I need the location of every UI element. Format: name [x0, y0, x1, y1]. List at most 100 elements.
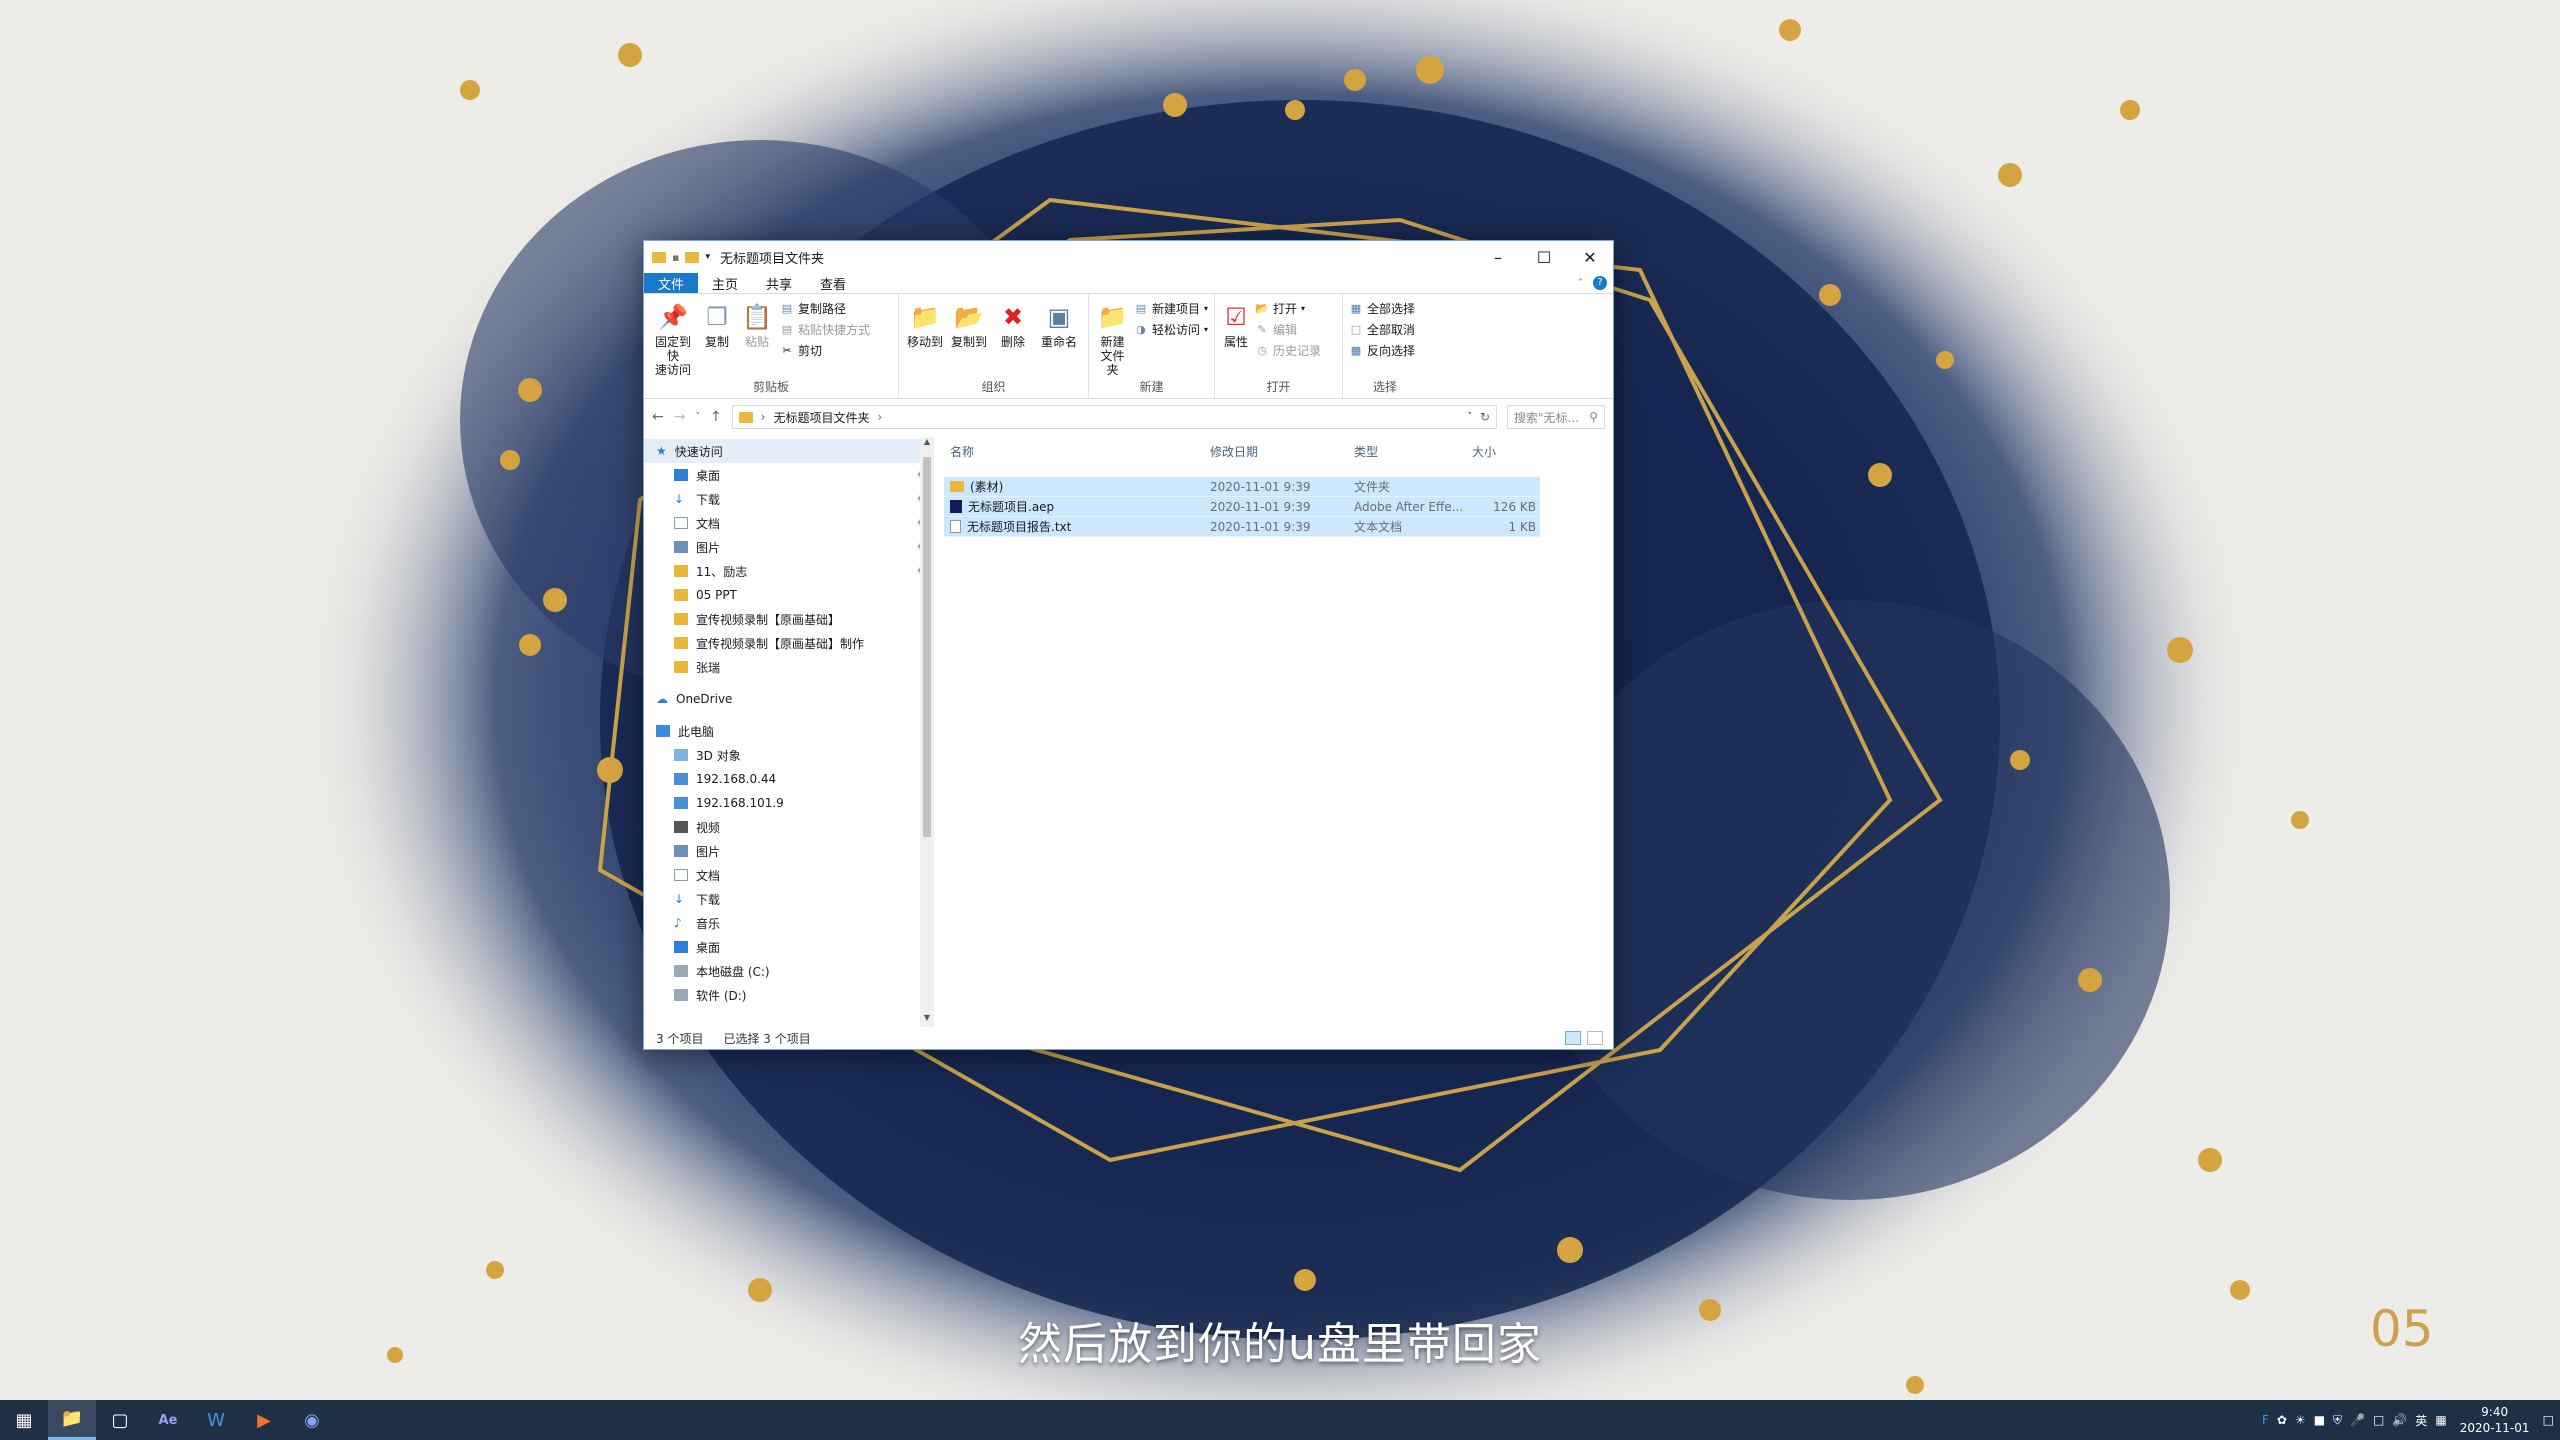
keyboard-icon[interactable]: ▦ [2435, 1413, 2446, 1427]
copy-button[interactable]: ❐ 复制 [700, 298, 734, 378]
nav-item-desktop[interactable]: 桌面✦ [644, 463, 934, 487]
properties-quick-icon[interactable]: ▪ [672, 251, 679, 264]
nav-this-pc[interactable]: 此电脑 [644, 719, 934, 743]
ime-indicator[interactable]: 英 [2415, 1412, 2427, 1429]
tab-home[interactable]: 主页 [698, 273, 752, 293]
nav-item-network-drive[interactable]: 192.168.101.9 [644, 791, 934, 815]
nav-item-downloads[interactable]: ↓ 下载 [644, 887, 934, 911]
windows-start-icon[interactable]: ▦ [0, 1400, 48, 1440]
nav-item-pictures[interactable]: 图片 [644, 839, 934, 863]
history-button[interactable]: ◷ 历史记录 [1255, 342, 1321, 359]
paste-button[interactable]: 📋 粘贴 [738, 298, 776, 378]
nav-item-folder[interactable]: 05 PPT [644, 583, 934, 607]
nav-item-pictures[interactable]: 图片✦ [644, 535, 934, 559]
after-effects-taskbar-icon[interactable]: Ae [144, 1400, 192, 1440]
column-size[interactable]: 大小 [1466, 443, 1540, 460]
paste-shortcut-button[interactable]: ▤ 粘贴快捷方式 [780, 321, 870, 338]
word-taskbar-icon[interactable]: W [192, 1400, 240, 1440]
breadcrumb-chevron-icon[interactable]: › [878, 410, 883, 424]
nav-item-folder[interactable]: 宣传视频录制【原画基础】制作 [644, 631, 934, 655]
properties-button[interactable]: ☑ 属性 [1221, 298, 1251, 378]
forward-button[interactable]: → [674, 409, 686, 425]
column-date[interactable]: 修改日期 [1204, 443, 1348, 460]
app-taskbar-icon[interactable]: ◉ [288, 1400, 336, 1440]
search-box[interactable]: 搜索"无标... ⚲ [1507, 405, 1605, 429]
tab-view[interactable]: 查看 [806, 273, 860, 293]
tray-app-icon[interactable]: ☀ [2295, 1413, 2306, 1427]
security-icon[interactable]: ⛨ [2333, 1413, 2342, 1428]
nav-item-documents[interactable]: 文档 [644, 863, 934, 887]
nav-label: 05 PPT [696, 588, 737, 602]
invert-selection-button[interactable]: ▩ 反向选择 [1349, 342, 1415, 359]
file-explorer-taskbar-icon[interactable]: 📁 [48, 1400, 96, 1440]
move-to-button[interactable]: 📁 移动到 [905, 298, 945, 378]
column-name[interactable]: 名称 [944, 443, 1204, 460]
nav-item-downloads[interactable]: ↓下载✦ [644, 487, 934, 511]
open-button[interactable]: 📂 打开 ▾ [1255, 300, 1321, 317]
cut-button[interactable]: ✂ 剪切 [780, 342, 870, 359]
nav-item-3d-objects[interactable]: 3D 对象 [644, 743, 934, 767]
nav-item-local-disk[interactable]: 本地磁盘 (C:) [644, 959, 934, 983]
delete-button[interactable]: ✖ 删除 [993, 298, 1033, 378]
microphone-icon[interactable]: 🎤 [2350, 1413, 2365, 1427]
rename-button[interactable]: ▣ 重命名 [1037, 298, 1081, 378]
maximize-button[interactable]: ☐ [1521, 241, 1567, 273]
easy-access-button[interactable]: ◑ 轻松访问 ▾ [1134, 321, 1208, 338]
new-item-button[interactable]: ▤ 新建项目 ▾ [1134, 300, 1208, 317]
address-dropdown-icon[interactable]: ˅ [1467, 412, 1472, 422]
file-row[interactable]: (素材) 2020-11-01 9:39 文件夹 [944, 477, 1540, 497]
scroll-up-icon[interactable]: ▲ [920, 437, 934, 451]
customize-dropdown-icon[interactable]: ▾ [705, 252, 710, 262]
select-none-button[interactable]: □ 全部取消 [1349, 321, 1415, 338]
nav-item-videos[interactable]: 视频 [644, 815, 934, 839]
edit-button[interactable]: ✎ 编辑 [1255, 321, 1321, 338]
tray-app-icon[interactable]: ■ [2314, 1413, 2325, 1427]
nav-item-desktop[interactable]: 桌面 [644, 935, 934, 959]
refresh-icon[interactable]: ↻ [1480, 410, 1490, 424]
nav-scrollbar[interactable]: ▲ ▼ [920, 437, 934, 1027]
new-item-icon: ▤ [1135, 302, 1147, 315]
close-button[interactable]: ✕ [1567, 241, 1613, 273]
nav-item-documents[interactable]: 文档✦ [644, 511, 934, 535]
notification-icon[interactable]: □ [2543, 1413, 2554, 1427]
breadcrumb-current[interactable]: 无标题项目文件夹 [774, 409, 870, 426]
select-all-button[interactable]: ▦ 全部选择 [1349, 300, 1415, 317]
media-player-taskbar-icon[interactable]: ▶ [240, 1400, 288, 1440]
help-icon[interactable]: ? [1593, 276, 1607, 290]
collapse-ribbon-icon[interactable]: ˄ [1578, 278, 1583, 289]
tab-share[interactable]: 共享 [752, 273, 806, 293]
file-row[interactable]: 无标题项目报告.txt 2020-11-01 9:39 文本文档 1 KB [944, 517, 1540, 537]
recent-locations-icon[interactable]: ˅ [695, 412, 700, 422]
tab-file[interactable]: 文件 [644, 273, 699, 293]
large-icons-view-icon[interactable] [1587, 1031, 1603, 1045]
network-icon[interactable]: □ [2373, 1413, 2384, 1427]
minimize-button[interactable]: – [1475, 241, 1521, 273]
column-type[interactable]: 类型 [1348, 443, 1466, 460]
scroll-thumb[interactable] [923, 457, 931, 837]
volume-icon[interactable]: 🔊 [2392, 1413, 2407, 1427]
nav-item-network-drive[interactable]: 192.168.0.44 [644, 767, 934, 791]
new-folder-button[interactable]: 📁 新建 文件夹 [1095, 298, 1130, 378]
nav-onedrive[interactable]: ☁ OneDrive [644, 687, 934, 711]
back-button[interactable]: ← [652, 409, 664, 425]
details-view-icon[interactable] [1565, 1031, 1581, 1045]
copy-to-button[interactable]: 📂 复制到 [949, 298, 989, 378]
new-folder-quick-icon[interactable] [685, 251, 700, 263]
scroll-down-icon[interactable]: ▼ [920, 1013, 934, 1027]
tray-app-icon[interactable]: ✿ [2277, 1413, 2287, 1427]
nav-item-software-disk[interactable]: 软件 (D:) [644, 983, 934, 1007]
nav-label: 音乐 [696, 916, 721, 931]
tray-app-icon[interactable]: F [2262, 1413, 2269, 1427]
address-bar[interactable]: › 无标题项目文件夹 › ˅ ↻ [731, 405, 1497, 429]
document-taskbar-icon[interactable]: ▢ [96, 1400, 144, 1440]
pin-quick-access-button[interactable]: 📌 固定到快 速访问 [650, 298, 696, 378]
nav-item-folder[interactable]: 宣传视频录制【原画基础】 [644, 607, 934, 631]
nav-item-folder[interactable]: 11、励志✦ [644, 559, 934, 583]
nav-quick-access[interactable]: ★ 快速访问 [644, 439, 934, 463]
nav-item-folder[interactable]: 张瑞 [644, 655, 934, 679]
clock[interactable]: 9:40 2020-11-01 [2455, 1404, 2535, 1436]
file-row[interactable]: 无标题项目.aep 2020-11-01 9:39 Adobe After Ef… [944, 497, 1540, 517]
copy-path-button[interactable]: ▤ 复制路径 [780, 300, 870, 317]
nav-item-music[interactable]: ♪ 音乐 [644, 911, 934, 935]
up-button[interactable]: ↑ [710, 409, 722, 425]
